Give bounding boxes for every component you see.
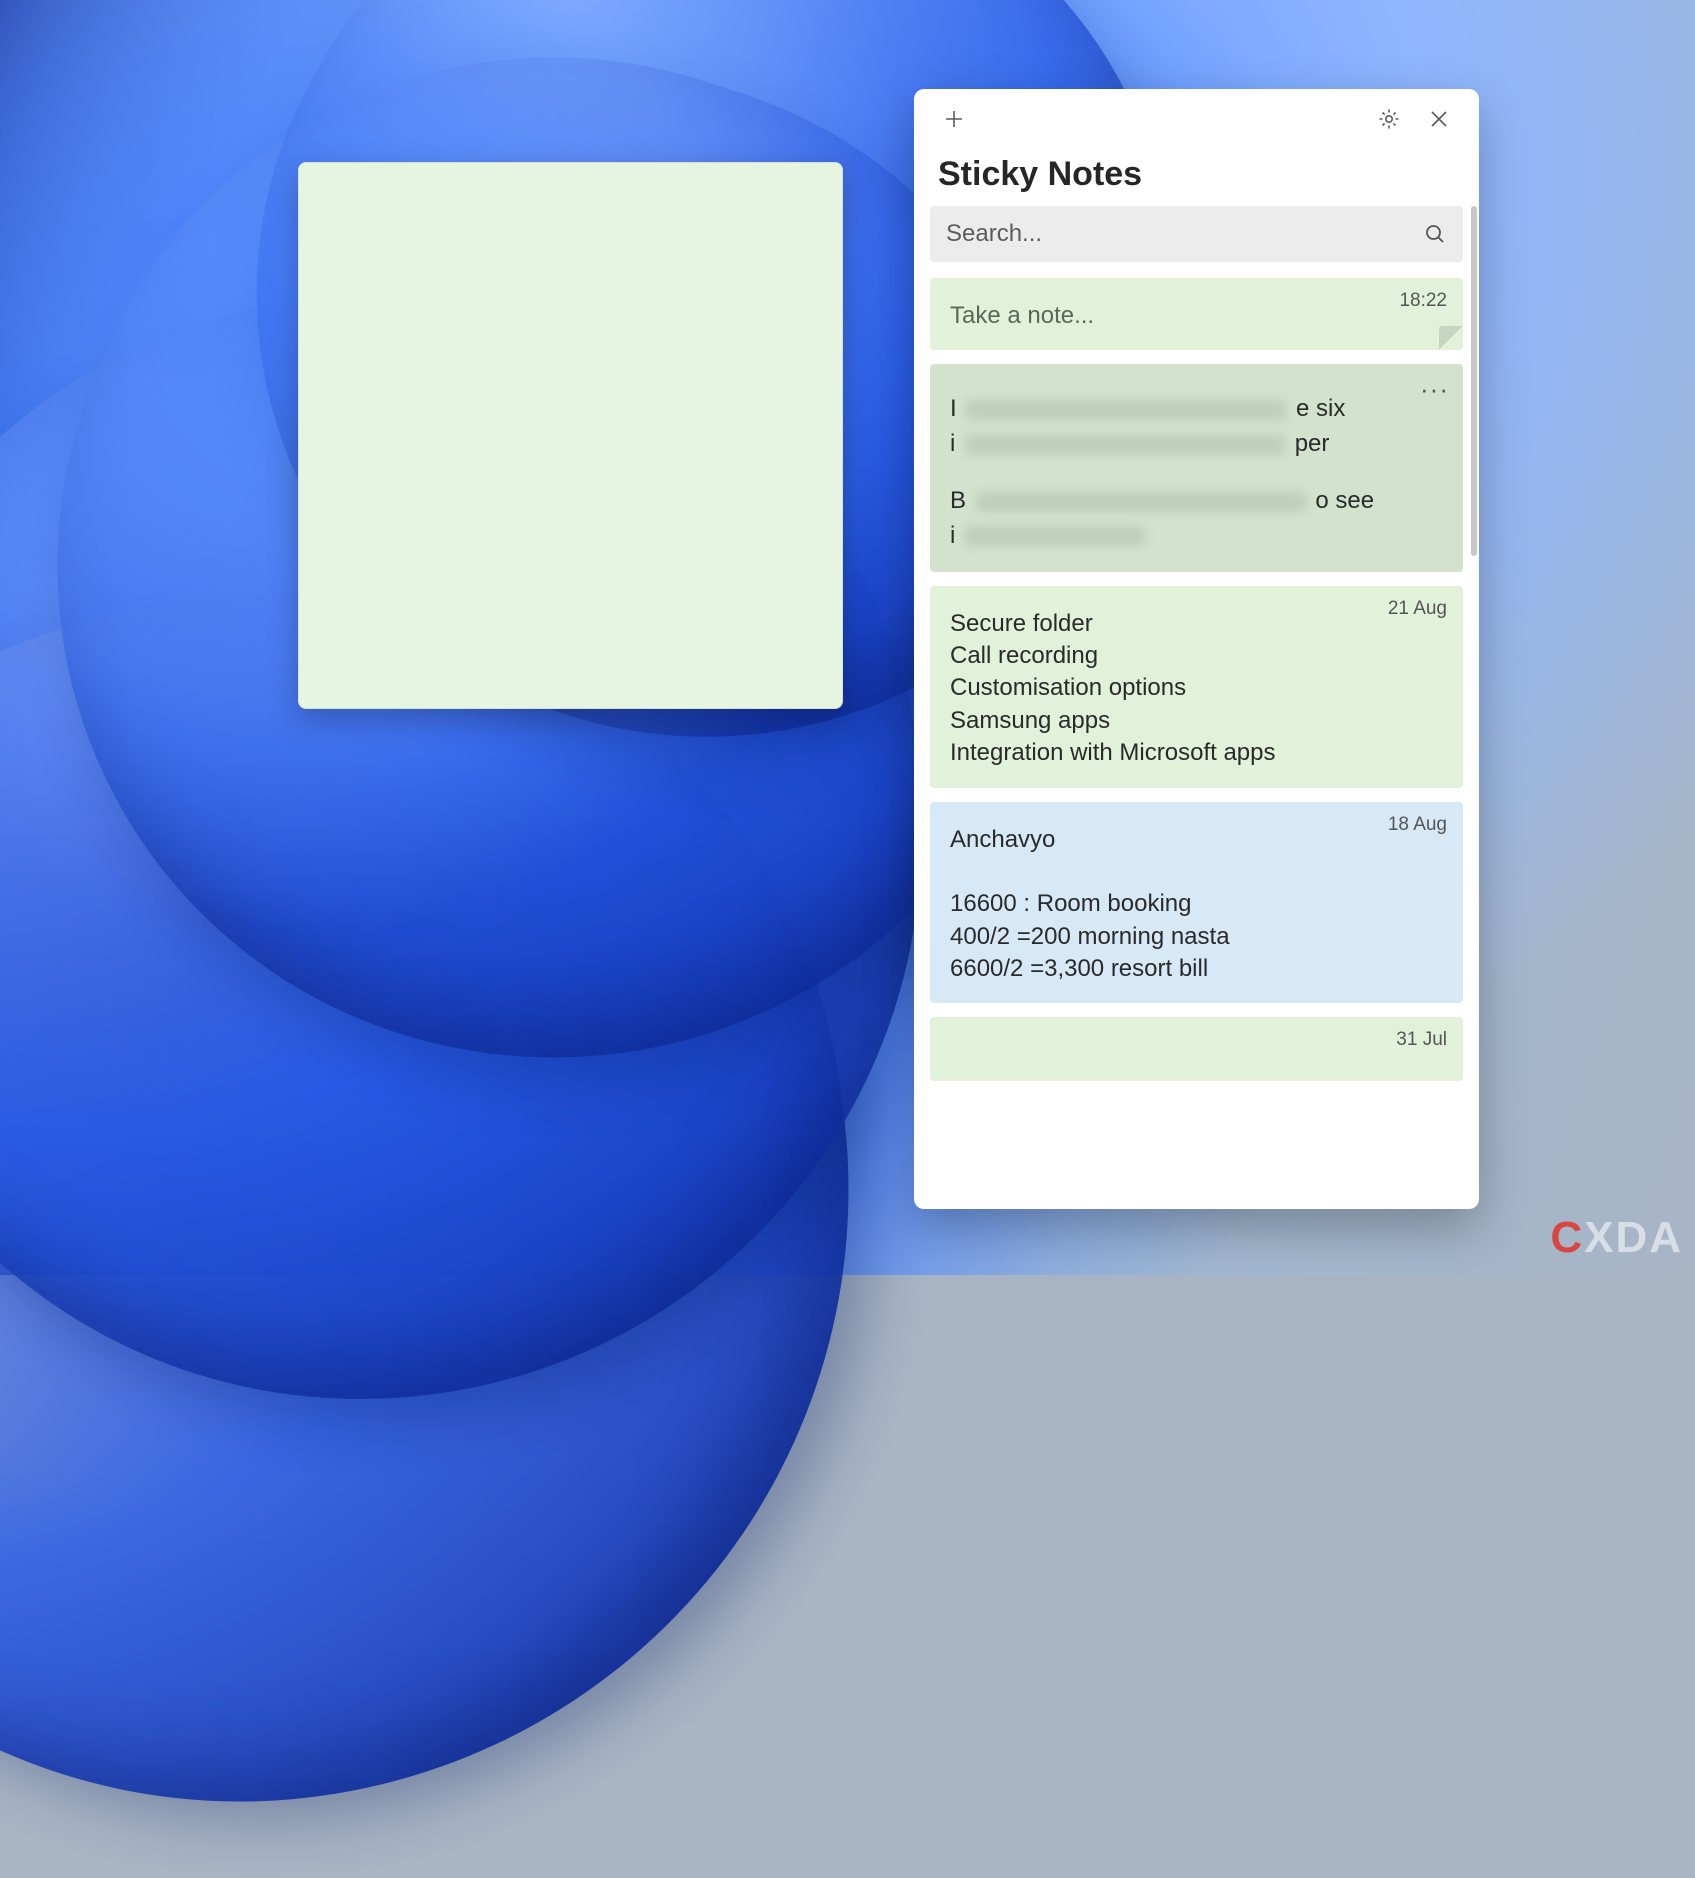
note-menu-button[interactable]: ··· bbox=[1420, 372, 1449, 407]
titlebar bbox=[914, 89, 1479, 149]
scrollbar[interactable] bbox=[1471, 206, 1477, 556]
gear-icon bbox=[1377, 107, 1401, 131]
note-timestamp: 18 Aug bbox=[1388, 812, 1447, 838]
close-icon bbox=[1427, 107, 1451, 131]
watermark: CXDA bbox=[1550, 1213, 1683, 1263]
note-card[interactable]: 18 Aug Anchavyo 16600 : Room booking 400… bbox=[930, 802, 1463, 1004]
note-timestamp: 21 Aug bbox=[1388, 596, 1447, 622]
note-timestamp: 31 Jul bbox=[1396, 1027, 1447, 1053]
notes-list: 18:22 Take a note... ··· I e six i pe bbox=[930, 278, 1463, 1081]
plus-icon bbox=[942, 107, 966, 131]
note-placeholder: Take a note... bbox=[950, 300, 1443, 332]
watermark-prefix: C bbox=[1550, 1213, 1584, 1262]
app-title: Sticky Notes bbox=[914, 149, 1479, 206]
close-button[interactable] bbox=[1417, 97, 1461, 141]
page-fold-icon bbox=[1439, 326, 1463, 350]
sticky-notes-window: Sticky Notes Search... 18:22 Take a note… bbox=[914, 89, 1479, 1209]
note-timestamp: 18:22 bbox=[1399, 288, 1447, 314]
open-sticky-note[interactable] bbox=[298, 162, 843, 709]
note-body: Anchavyo 16600 : Room booking 400/2 =200… bbox=[950, 824, 1443, 986]
note-body: Secure folder Call recording Customisati… bbox=[950, 608, 1443, 770]
search-placeholder: Search... bbox=[946, 220, 1413, 248]
search-input[interactable]: Search... bbox=[930, 206, 1463, 262]
note-card[interactable]: 31 Jul bbox=[930, 1017, 1463, 1081]
watermark-text: XDA bbox=[1584, 1213, 1683, 1262]
note-card[interactable]: 21 Aug Secure folder Call recording Cust… bbox=[930, 586, 1463, 788]
redacted-body: I e six i per B o see bbox=[950, 392, 1443, 553]
note-card-selected[interactable]: ··· I e six i per B bbox=[930, 364, 1463, 571]
search-icon bbox=[1423, 222, 1447, 246]
new-note-button[interactable] bbox=[932, 97, 976, 141]
settings-button[interactable] bbox=[1367, 97, 1411, 141]
note-card-new[interactable]: 18:22 Take a note... bbox=[930, 278, 1463, 350]
